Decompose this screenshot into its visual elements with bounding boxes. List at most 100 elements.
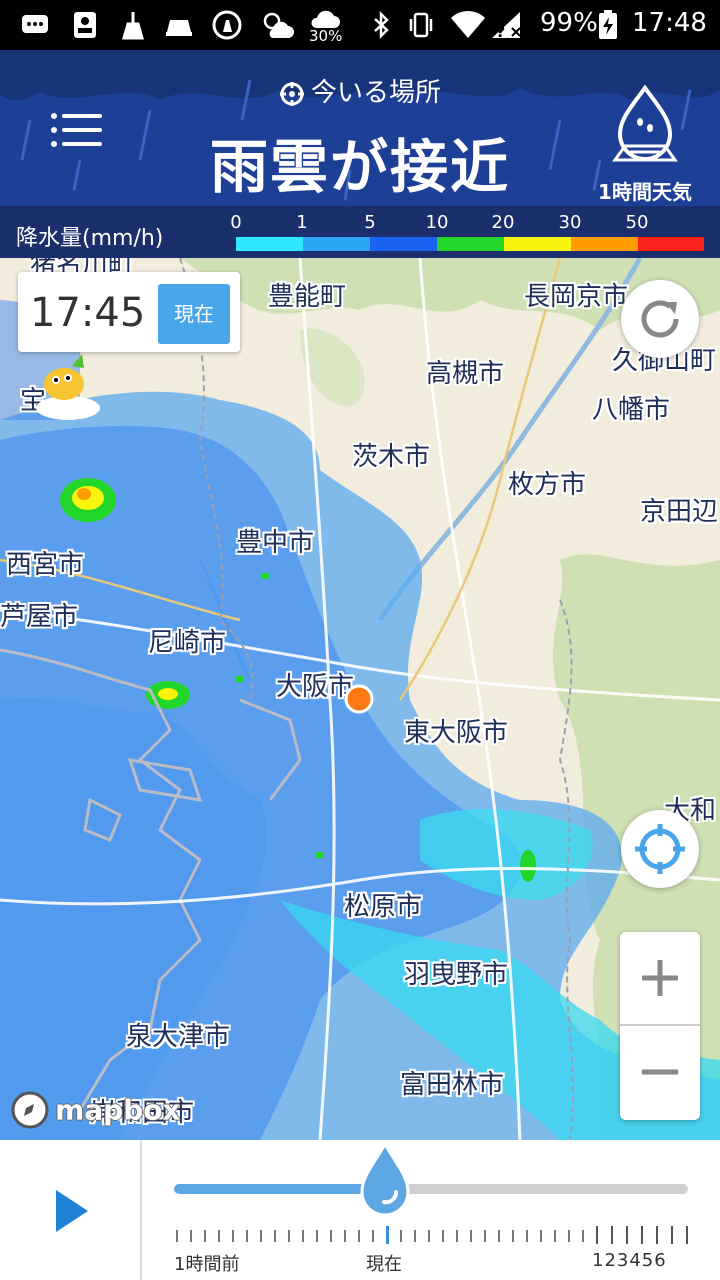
timeline-tick bbox=[484, 1230, 486, 1242]
mapbox-text: mapbox bbox=[55, 1093, 181, 1127]
refresh-icon bbox=[641, 300, 679, 338]
legend-color-2 bbox=[370, 237, 437, 251]
timeline-label-now: 現在 bbox=[366, 1254, 402, 1275]
timeline-tick bbox=[568, 1230, 570, 1242]
timeline-tick bbox=[414, 1230, 416, 1242]
radar-time: 17:45 bbox=[30, 290, 146, 336]
city-label: 高槻市 bbox=[426, 359, 505, 389]
timeline-tick bbox=[456, 1230, 458, 1242]
mapbox-logo-icon bbox=[11, 1091, 49, 1129]
crosshair-icon bbox=[635, 824, 685, 874]
timeline-tick bbox=[302, 1230, 304, 1242]
city-label: 八幡市 bbox=[592, 395, 671, 425]
timeline-tick bbox=[656, 1226, 658, 1244]
city-label: 富田林市 bbox=[400, 1070, 505, 1100]
city-label: 東大阪市 bbox=[404, 718, 509, 748]
play-icon[interactable] bbox=[52, 1186, 92, 1236]
timeline-tick bbox=[442, 1230, 444, 1242]
timeline-tick bbox=[358, 1230, 360, 1242]
wifi-icon bbox=[451, 10, 485, 38]
timeline-tick bbox=[344, 1230, 346, 1242]
battery-charging-icon bbox=[599, 10, 617, 39]
legend-tick: 10 bbox=[425, 212, 449, 233]
timeline-tick bbox=[316, 1230, 318, 1242]
minus-icon[interactable] bbox=[620, 1026, 700, 1120]
status-clock: 17:48 bbox=[632, 8, 707, 38]
svg-text:?: ? bbox=[496, 22, 505, 40]
timeline-tick bbox=[526, 1230, 528, 1242]
radar-time-box: 17:45 現在 bbox=[18, 272, 240, 352]
timeline-tick bbox=[330, 1230, 332, 1242]
timeline-tick bbox=[246, 1230, 248, 1242]
legend-color-1 bbox=[303, 237, 370, 251]
legend-title: 降水量(mm/h) bbox=[16, 226, 164, 251]
legend-color-3 bbox=[437, 237, 504, 251]
rain-drop-umbrella-icon bbox=[612, 84, 678, 162]
refresh-button[interactable] bbox=[621, 280, 699, 358]
timeline-tick bbox=[641, 1226, 643, 1244]
timeline-tick bbox=[540, 1230, 542, 1242]
legend-color-0 bbox=[236, 237, 303, 251]
timeline-tick bbox=[498, 1230, 500, 1242]
legend-color-6 bbox=[638, 237, 704, 251]
hourly-weather-button[interactable]: 1時間天気 bbox=[590, 78, 700, 204]
timeline-tick bbox=[512, 1230, 514, 1242]
city-label: 芦屋市 bbox=[0, 602, 79, 632]
city-label: 長岡京市 bbox=[524, 282, 629, 312]
city-label: 尼崎市 bbox=[148, 628, 227, 658]
timeline-tick bbox=[386, 1226, 389, 1244]
message-icon bbox=[22, 15, 48, 33]
hat-icon bbox=[166, 20, 192, 36]
timeline-tick bbox=[671, 1226, 673, 1244]
mapbox-attribution[interactable]: mapbox bbox=[10, 1090, 181, 1134]
timeline-tick bbox=[176, 1230, 178, 1242]
timeline-tick bbox=[190, 1230, 192, 1242]
timeline-progress[interactable] bbox=[174, 1184, 385, 1194]
circle-broom-icon bbox=[212, 10, 242, 40]
timeline-tick bbox=[288, 1230, 290, 1242]
city-label: 茨木市 bbox=[352, 442, 431, 472]
rain-percent: 30% bbox=[309, 27, 343, 45]
city-label: 大阪市 bbox=[276, 672, 355, 702]
now-button[interactable]: 現在 bbox=[158, 284, 230, 344]
legend-tick: 30 bbox=[558, 212, 582, 233]
battery-percent: 99% bbox=[540, 8, 598, 38]
timeline-tick bbox=[218, 1230, 220, 1242]
timeline-tick bbox=[582, 1230, 584, 1242]
timeline-tick bbox=[611, 1226, 613, 1244]
app-header: 今いる場所 雨雲が接近 1時間天気 bbox=[0, 50, 720, 206]
timeline-tick bbox=[274, 1230, 276, 1242]
timeline-tick bbox=[260, 1230, 262, 1242]
timeline-tick bbox=[428, 1230, 430, 1242]
city-label: 羽曳野市 bbox=[404, 960, 509, 990]
timeline-tick bbox=[204, 1230, 206, 1242]
city-label: 京田辺 bbox=[640, 497, 719, 527]
legend-color-4 bbox=[504, 237, 571, 251]
signal-icon: ? bbox=[492, 12, 521, 40]
timeline-panel: 1時間前 現在 123456 bbox=[0, 1140, 720, 1280]
locate-button[interactable] bbox=[621, 810, 699, 888]
timeline-label-past: 1時間前 bbox=[174, 1254, 240, 1275]
plus-icon[interactable] bbox=[620, 932, 700, 1024]
partly-cloudy-icon bbox=[263, 12, 294, 38]
timeline-drop-handle[interactable] bbox=[358, 1140, 412, 1216]
precipitation-legend: 降水量(mm/h) 0 1 5 10 20 30 50 bbox=[0, 206, 720, 258]
timeline-tick bbox=[686, 1226, 688, 1244]
timeline-tick bbox=[596, 1226, 598, 1244]
contact-card-icon bbox=[74, 12, 96, 38]
rain-radar-map[interactable]: 猪名川町 豊能町 長岡京市 高槻市 久御山町 八幡市 茨木市 枚方市 京田辺 西… bbox=[0, 258, 720, 1140]
city-label: 豊中市 bbox=[236, 528, 315, 558]
location-target-icon bbox=[279, 81, 304, 106]
broom-icon bbox=[122, 12, 144, 40]
timeline-remaining[interactable] bbox=[385, 1184, 688, 1194]
timeline-label-future: 123456 bbox=[592, 1250, 667, 1271]
location-label: 今いる場所 bbox=[310, 78, 441, 108]
timeline-tick bbox=[372, 1230, 374, 1242]
legend-tick: 20 bbox=[491, 212, 515, 233]
vibrate-icon bbox=[409, 12, 433, 38]
legend-color-5 bbox=[571, 237, 638, 251]
city-label: 豊能町 bbox=[268, 282, 347, 312]
timeline-tick bbox=[554, 1230, 556, 1242]
current-location-marker bbox=[344, 684, 374, 714]
legend-tick: 1 bbox=[296, 212, 308, 233]
